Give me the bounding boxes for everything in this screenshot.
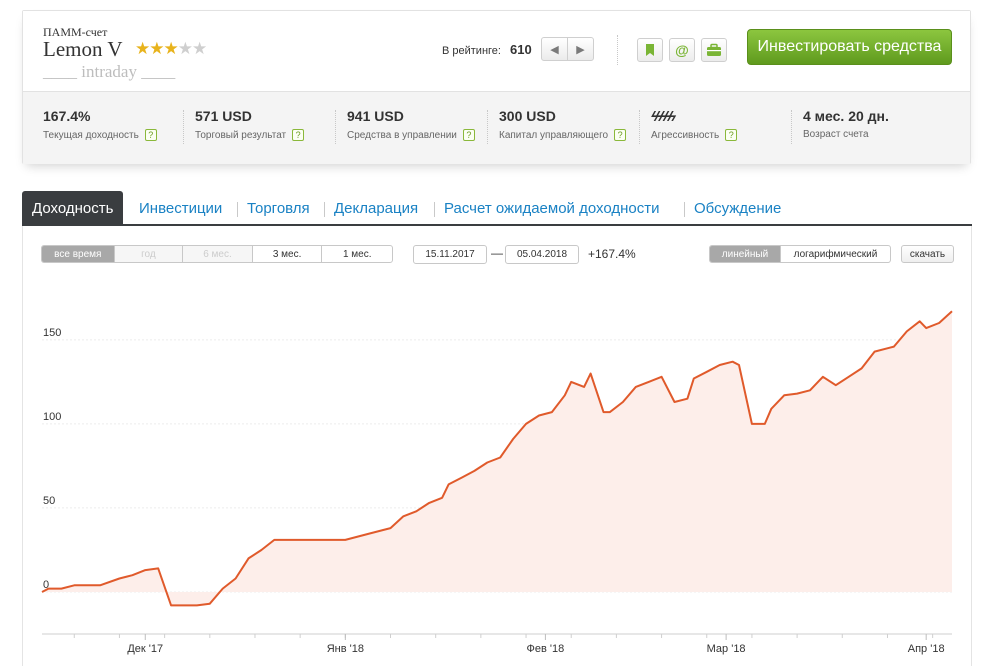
tab-divider [684,202,685,217]
bookmark-icon [646,44,654,56]
rating-pager: ◀ ▶ [541,37,594,61]
rating-label: В рейтинге: [442,45,501,57]
stat-trading-result: 571 USD Торговый результат? [195,108,305,148]
stat-label: Возраст счета [803,129,869,140]
tab-divider [324,202,325,217]
x-tick-label: Мар '18 [707,643,746,655]
help-icon[interactable]: ? [462,129,475,141]
x-tick-label: Дек '17 [127,643,163,655]
x-tick-label: Апр '18 [908,643,945,655]
stat-label: Текущая доходность [43,129,139,141]
briefcase-icon [707,43,721,56]
aggressiveness-icon: ϟϟϟϟϟ [651,108,676,124]
x-tick-label: Фев '18 [527,643,565,655]
star-empty-icon: ★ [192,39,207,58]
stat-value: 300 USD [499,108,556,124]
stat-funds-under-management: 941 USD Средства в управлении? [347,108,475,148]
star-empty-icon: ★ [177,39,193,58]
help-icon[interactable]: ? [144,129,157,141]
stat-label: Капитал управляющего [499,129,609,141]
help-icon[interactable]: ? [725,129,738,141]
stat-manager-capital: 300 USD Капитал управляющего? [499,108,627,148]
account-name[interactable]: Lemon V [43,37,123,62]
stat-value: 571 USD [195,108,252,124]
stat-aggressiveness: ϟϟϟϟϟ Агрессивность? [651,108,738,148]
tab-returns[interactable]: Доходность [22,191,124,224]
help-icon[interactable]: ? [614,129,627,141]
y-tick-label: 50 [43,495,55,507]
stat-label: Агрессивность [651,129,720,141]
bookmark-button[interactable] [637,38,663,62]
tab-discussion[interactable]: Обсуждение [694,191,781,224]
help-icon[interactable]: ? [292,129,305,141]
returns-chart: 050100150Дек '17 Янв '18 Фев '18 Мар '18 Апр… [41,310,953,655]
stat-value: 941 USD [347,108,404,124]
tab-declaration[interactable]: Декларация [334,191,418,224]
stat-label: Средства в управлении [347,129,457,141]
stat-current-return: 167.4% Текущая доходность? [43,108,157,148]
star-icon: ★ [149,39,164,58]
stat-account-age: 4 мес. 20 дн. Возраст счета [803,108,889,148]
email-button[interactable]: @ [669,38,695,62]
y-tick-label: 100 [43,411,61,423]
next-arrow-icon[interactable]: ▶ [567,38,593,60]
tab-expected-return[interactable]: Расчет ожидаемой доходности [444,191,660,224]
x-tick-label: Янв '18 [327,643,364,655]
chart-panel: все время год 6 мес. 3 мес. 1 мес. 15.11… [22,226,972,666]
tab-divider [237,202,238,217]
account-header: ПАММ-счет Lemon V ★★★★★ ____ intraday __… [23,11,970,91]
divider [639,110,640,144]
rating-value: 610 [510,42,532,57]
star-icon: ★ [163,39,179,58]
divider [487,110,488,144]
stat-value: 4 мес. 20 дн. [803,108,889,124]
rating-stars: ★★★★★ [135,39,207,59]
at-icon: @ [675,42,689,58]
stats-bar: 167.4% Текущая доходность? 571 USD Торго… [23,91,970,164]
account-tag: ____ intraday ____ [43,62,176,81]
tab-investments[interactable]: Инвестиции [139,191,222,224]
tab-bar: Доходность Инвестиции Торговля Деклараци… [22,191,972,226]
divider [617,35,618,65]
y-tick-label: 150 [43,327,61,339]
tab-trading[interactable]: Торговля [247,191,310,224]
star-icon: ★ [135,39,150,58]
account-card: ПАММ-счет Lemon V ★★★★★ ____ intraday __… [22,10,971,164]
prev-arrow-icon[interactable]: ◀ [542,38,567,60]
stat-label: Торговый результат [195,129,287,141]
invest-button[interactable]: Инвестировать средства [747,29,952,65]
tab-divider [434,202,435,217]
divider [183,110,184,144]
divider [791,110,792,144]
stat-value: 167.4% [43,108,91,124]
portfolio-button[interactable] [701,38,727,62]
divider [335,110,336,144]
